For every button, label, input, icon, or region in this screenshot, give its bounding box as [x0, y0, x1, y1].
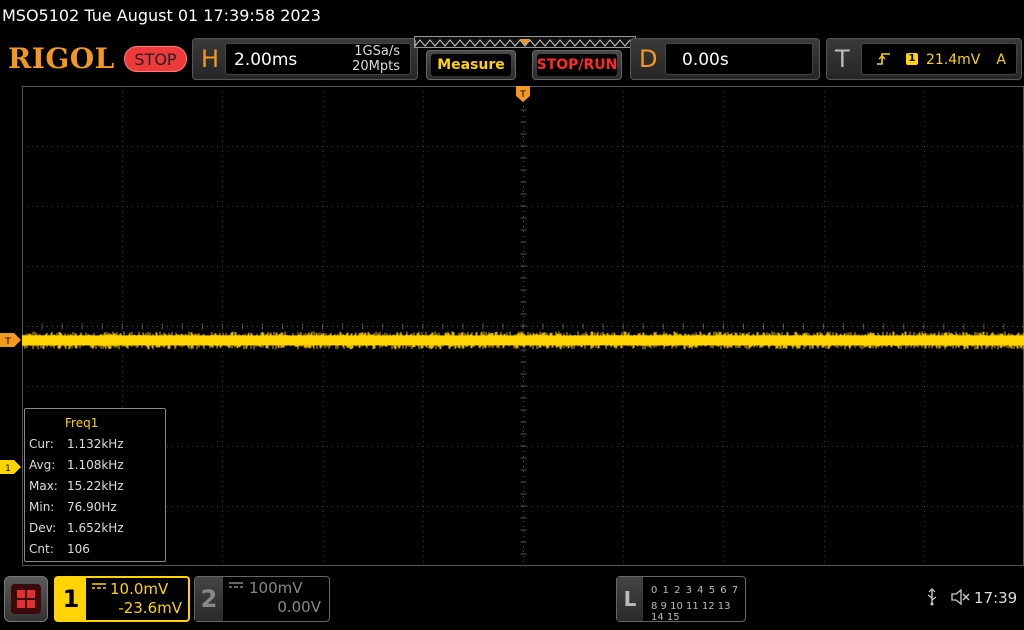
speaker-muted-icon[interactable] — [950, 588, 970, 610]
dc-coupling-icon — [229, 581, 243, 592]
memory-depth: 20Mpts — [352, 59, 400, 74]
dc-coupling-icon — [92, 582, 106, 593]
trigger-position-icon[interactable]: T — [516, 86, 530, 108]
horizontal-timebase-panel[interactable]: H 2.00ms 1GSa/s 20Mpts — [192, 38, 418, 80]
channel-1-number: 1 — [56, 578, 86, 620]
trigger-panel[interactable]: T 1 21.4mV A — [826, 38, 1022, 80]
stop-run-button[interactable]: STOP/RUN — [532, 50, 622, 80]
channel-2-offset: 0.00V — [277, 598, 321, 616]
measurement-label: Max: — [29, 479, 58, 493]
memory-position-marker — [520, 39, 530, 45]
grid-menu-icon — [11, 584, 41, 614]
waveform-grid[interactable] — [22, 86, 1024, 566]
logic-channels-row-2: 8 9 10 11 12 13 14 15 — [651, 601, 731, 623]
measurement-label: Avg: — [29, 458, 56, 472]
run-state-badge[interactable]: STOP — [124, 46, 187, 72]
measurement-value: 76.90Hz — [67, 500, 117, 514]
delay-panel[interactable]: D 0.00s — [630, 38, 820, 80]
measurement-value: 1.108kHz — [67, 458, 124, 472]
main-menu-button[interactable] — [4, 576, 48, 622]
measurement-value: 1.652kHz — [67, 521, 124, 535]
horizontal-letter: H — [201, 45, 220, 73]
channel-1-panel[interactable]: 1 10.0mV -23.6mV — [54, 576, 190, 622]
sample-rate: 1GSa/s — [354, 44, 400, 59]
trigger-mode: A — [996, 52, 1006, 68]
channel-2-scale: 100mV — [249, 579, 303, 597]
device-datetime: MSO5102 Tue August 01 17:39:58 2023 — [2, 6, 321, 25]
channel-1-scale: 10.0mV — [110, 580, 169, 598]
measure-button[interactable]: Measure — [426, 50, 516, 80]
status-area: 17:39 — [924, 588, 1024, 608]
trigger-position-letter: T — [519, 90, 526, 100]
measurement-panel[interactable]: Freq1 Cur: 1.132kHz Avg: 1.108kHz Max: 15.2… — [24, 408, 166, 562]
trigger-level: 21.4mV — [926, 52, 981, 68]
measure-button-label: Measure — [431, 54, 511, 76]
logic-analyzer-letter: L — [617, 577, 643, 621]
measurement-label: Cnt: — [29, 542, 54, 556]
rising-edge-icon — [876, 52, 892, 70]
channel-2-panel[interactable]: 2 100mV 0.00V — [194, 576, 330, 622]
trigger-level-letter: T — [4, 337, 11, 347]
title-bar: MSO5102 Tue August 01 17:39:58 2023 — [0, 0, 1024, 34]
measurement-value: 106 — [67, 542, 90, 556]
logic-analyzer-panel[interactable]: L 0 1 2 3 4 5 6 7 8 9 10 11 12 13 14 15 — [616, 576, 746, 623]
measurement-label: Dev: — [29, 521, 57, 535]
measurement-label: Min: — [29, 500, 55, 514]
delay-value: 0.00s — [682, 50, 729, 70]
stop-run-button-label: STOP/RUN — [537, 54, 617, 76]
measurement-value: 15.22kHz — [67, 479, 124, 493]
channel-1-offset: -23.6mV — [118, 599, 182, 617]
ch1-waveform-trace — [22, 335, 1024, 346]
measurement-value: 1.132kHz — [67, 437, 124, 451]
delay-display: 0.00s — [665, 43, 813, 75]
measurement-title: Freq1 — [65, 416, 99, 430]
ch1-offset-label: 1 — [5, 464, 11, 474]
ch1-offset-marker[interactable]: 1 — [0, 460, 22, 474]
logic-channels-row-1: 0 1 2 3 4 5 6 7 — [651, 585, 740, 596]
channel-2-number: 2 — [195, 577, 223, 621]
timebase-display: 2.00ms 1GSa/s 20Mpts — [225, 43, 411, 75]
bottom-bar: 1 10.0mV -23.6mV 2 100mV 0.00V L 0 1 2 3… — [0, 570, 1024, 630]
trigger-level-marker[interactable]: T — [0, 333, 22, 347]
trigger-source-badge: 1 — [906, 53, 918, 65]
usb-icon — [926, 588, 938, 610]
measurement-label: Cur: — [29, 437, 54, 451]
clock: 17:39 — [974, 589, 1018, 607]
trigger-letter: T — [835, 45, 850, 73]
delay-letter: D — [639, 45, 658, 73]
timebase-value: 2.00ms — [234, 50, 298, 70]
top-toolbar: RIGOL STOP H 2.00ms 1GSa/s 20Mpts Measur… — [0, 36, 1024, 84]
rigol-logo: RIGOL — [8, 42, 115, 75]
trigger-display: 1 21.4mV A — [861, 43, 1017, 75]
